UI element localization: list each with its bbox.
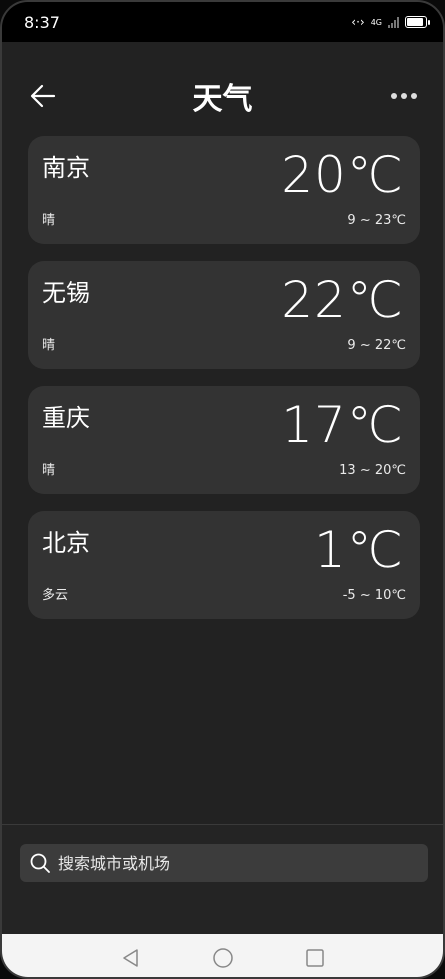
back-arrow-icon[interactable] <box>28 81 58 111</box>
battery-icon <box>405 16 430 28</box>
city-list: 南京 20℃ 晴 9 ~ 23℃ 无锡 22℃ 晴 9 ~ 22℃ 重庆 17℃… <box>28 136 420 636</box>
current-temperature: 20℃ <box>281 146 404 204</box>
signal-icon <box>388 16 399 28</box>
data-transfer-icon: ‹·› <box>351 15 365 29</box>
current-temperature: 1℃ <box>314 521 404 579</box>
more-options-icon[interactable] <box>391 93 417 99</box>
city-name: 重庆 <box>42 404 90 432</box>
header: 天气 <box>2 66 443 126</box>
search-input[interactable] <box>58 853 398 873</box>
search-area <box>2 824 443 934</box>
system-nav-bar <box>2 934 443 977</box>
city-name: 北京 <box>42 529 90 557</box>
current-temperature: 22℃ <box>281 271 404 329</box>
triangle-back-icon <box>122 948 138 967</box>
status-time: 8:37 <box>24 12 60 32</box>
temperature-range: 9 ~ 22℃ <box>347 338 406 353</box>
weather-condition: 晴 <box>42 463 56 478</box>
weather-condition: 多云 <box>42 588 69 603</box>
city-card-nanjing[interactable]: 南京 20℃ 晴 9 ~ 23℃ <box>28 136 420 244</box>
nav-recents-button[interactable] <box>304 947 326 969</box>
search-icon <box>30 853 50 873</box>
circle-home-icon <box>212 947 233 968</box>
phone-screen: 8:37 ‹·› 4G 天气 南京 20℃ 晴 9 ~ 23℃ 无锡 22℃ 晴… <box>0 0 445 979</box>
weather-condition: 晴 <box>42 213 56 228</box>
city-name: 南京 <box>42 154 90 182</box>
square-recents-icon <box>305 948 324 967</box>
status-bar: 8:37 ‹·› 4G <box>2 2 443 42</box>
nav-back-button[interactable] <box>120 947 142 969</box>
current-temperature: 17℃ <box>281 396 404 454</box>
network-type-label: 4G <box>370 17 382 27</box>
city-card-chongqing[interactable]: 重庆 17℃ 晴 13 ~ 20℃ <box>28 386 420 494</box>
temperature-range: 9 ~ 23℃ <box>347 213 406 228</box>
temperature-range: 13 ~ 20℃ <box>339 463 406 478</box>
city-card-wuxi[interactable]: 无锡 22℃ 晴 9 ~ 22℃ <box>28 261 420 369</box>
nav-home-button[interactable] <box>212 947 234 969</box>
city-name: 无锡 <box>42 279 90 307</box>
status-icons: ‹·› 4G <box>351 15 430 29</box>
page-title: 天气 <box>192 82 253 117</box>
city-card-beijing[interactable]: 北京 1℃ 多云 -5 ~ 10℃ <box>28 511 420 619</box>
weather-condition: 晴 <box>42 338 56 353</box>
temperature-range: -5 ~ 10℃ <box>342 588 406 603</box>
search-bar[interactable] <box>20 844 428 882</box>
